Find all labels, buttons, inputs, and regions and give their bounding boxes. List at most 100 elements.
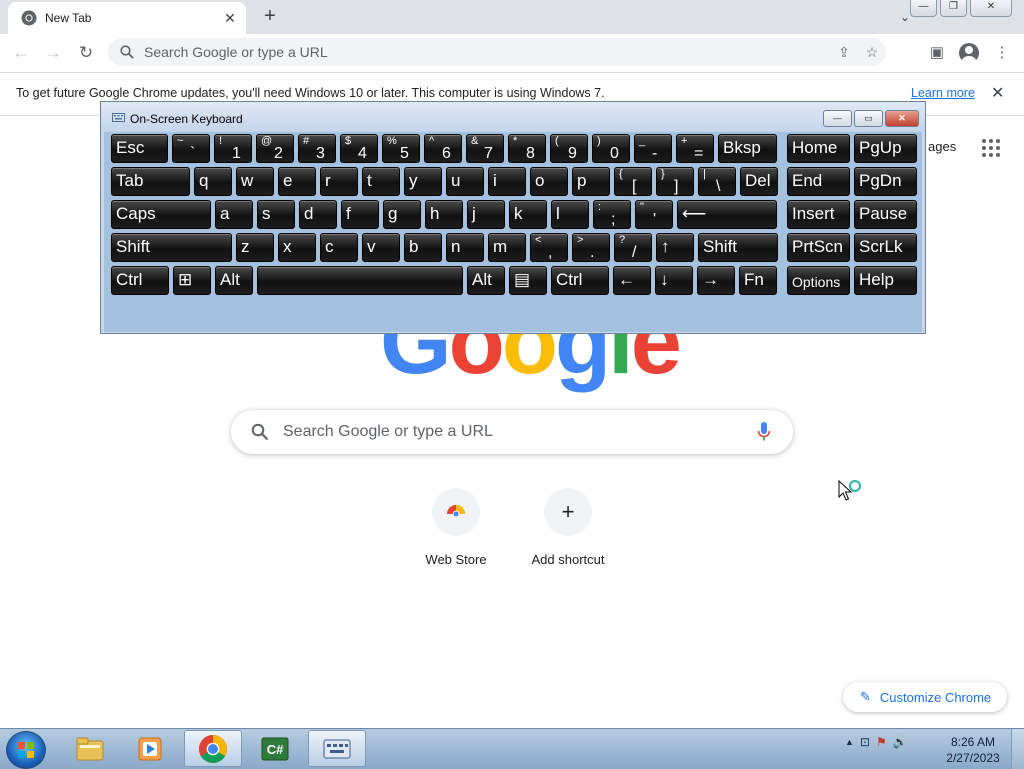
taskbar-osk[interactable] [308,730,366,767]
key-0[interactable]: ) 0 [592,134,630,163]
key-shift[interactable]: Shift [698,233,778,262]
key-o[interactable]: o [530,167,568,196]
shortcut-web-store[interactable]: Web Store [400,488,512,567]
ntp-search-box[interactable]: Search Google or type a URL [231,410,793,454]
key-q[interactable]: q [194,167,232,196]
key-alt[interactable]: Alt [467,266,505,295]
key-a[interactable]: a [215,200,253,229]
osk-titlebar[interactable]: On-Screen Keyboard — ▭ ✕ [101,102,925,132]
action-center-icon[interactable]: ⊡ [860,735,870,749]
start-button[interactable] [6,731,46,769]
key-u[interactable]: u [446,167,484,196]
key-alt[interactable]: Alt [215,266,253,295]
show-hidden-icons[interactable]: ▲ [845,737,854,747]
key-s[interactable]: s [257,200,295,229]
key-ctrl[interactable]: Ctrl [111,266,169,295]
key-h[interactable]: h [425,200,463,229]
key-g[interactable]: g [383,200,421,229]
key-symbol[interactable]: ⊞ [173,266,211,295]
key-t[interactable]: t [362,167,400,196]
key-x[interactable]: x [278,233,316,262]
key-tab[interactable]: Tab [111,167,190,196]
key-3[interactable]: #3 [298,134,336,163]
key-w[interactable]: w [236,167,274,196]
key-4[interactable]: $4 [340,134,378,163]
key-symbol[interactable]: ← [613,266,651,295]
minimize-button[interactable]: — [910,0,937,17]
shortcut-add[interactable]: + Add shortcut [512,488,624,567]
key-e[interactable]: e [278,167,316,196]
key-9[interactable]: (9 [550,134,588,163]
tab-close-icon[interactable]: ✕ [222,10,238,26]
key-b[interactable]: b [404,233,442,262]
key-symbol[interactable]: >. [572,233,610,262]
bookmark-star-icon[interactable]: ☆ [858,44,886,61]
key-esc[interactable]: Esc [111,134,168,163]
key-shift[interactable]: Shift [111,233,232,262]
infobar-close-icon[interactable]: ✕ [991,83,1004,103]
new-tab-button[interactable]: + [258,4,282,28]
volume-icon[interactable]: 🔊 [893,735,908,749]
key-z[interactable]: z [236,233,274,262]
key-symbol[interactable]: ~ ` [172,134,210,163]
taskbar-media-player[interactable] [121,730,179,767]
images-link[interactable]: ages [928,139,956,154]
key-n[interactable]: n [446,233,484,262]
key-symbol[interactable]: ⟵ [677,200,777,229]
key-f[interactable]: f [341,200,379,229]
key-r[interactable]: r [320,167,358,196]
key-y[interactable]: y [404,167,442,196]
key-pgdn[interactable]: PgDn [854,167,917,196]
key-fn[interactable]: Fn [739,266,777,295]
key-l[interactable]: l [551,200,589,229]
osk-close-button[interactable]: ✕ [885,110,919,127]
tab-new-tab[interactable]: New Tab ✕ [8,2,246,34]
taskbar-chrome[interactable] [184,730,242,767]
key-ctrl[interactable]: Ctrl [551,266,609,295]
key-symbol[interactable]: {[ [614,167,652,196]
learn-more-link[interactable]: Learn more [911,86,975,100]
key-j[interactable]: j [467,200,505,229]
key-symbol[interactable]: :; [593,200,631,229]
key-i[interactable]: i [488,167,526,196]
share-icon[interactable]: ⇪ [830,44,858,61]
key-symbol[interactable]: <, [530,233,568,262]
profile-button[interactable] [956,40,982,66]
omnibox[interactable]: Search Google or type a URL ⇪ ☆ [108,38,886,66]
menu-icon[interactable]: ⋮ [989,40,1015,66]
key-5[interactable]: % 5 [382,134,420,163]
key-8[interactable]: * 8 [508,134,546,163]
key-c[interactable]: c [320,233,358,262]
key-symbol[interactable]: _ - [634,134,672,163]
key-7[interactable]: & 7 [466,134,504,163]
osk-minimize-button[interactable]: — [823,110,852,127]
key-prtscn[interactable]: PrtScn [787,233,850,262]
key-home[interactable]: Home [787,134,850,163]
key-1[interactable]: ! 1 [214,134,252,163]
key-symbol[interactable]: ? / [614,233,652,262]
key-pause[interactable]: Pause [854,200,917,229]
key-options[interactable]: Options [787,266,850,295]
taskbar-clock[interactable]: 8:26 AM 2/27/2023 [940,734,1006,766]
customize-chrome-button[interactable]: ✎ Customize Chrome [843,682,1007,712]
osk-restore-button[interactable]: ▭ [854,110,883,127]
key-symbol[interactable]: → [697,266,735,295]
forward-button[interactable]: → [40,40,66,66]
key-2[interactable]: @2 [256,134,294,163]
close-window-button[interactable]: ✕ [970,0,1012,17]
key-symbol[interactable]: ↑ [656,233,694,262]
key-symbol[interactable]: + = [676,134,714,163]
key-insert[interactable]: Insert [787,200,850,229]
key-m[interactable]: m [488,233,526,262]
key-scrlk[interactable]: ScrLk [854,233,917,262]
key-end[interactable]: End [787,167,850,196]
key-help[interactable]: Help [854,266,917,295]
restore-button[interactable]: ❐ [940,0,967,17]
google-apps-icon[interactable] [982,139,1000,157]
key-symbol[interactable]: }] [656,167,694,196]
key-k[interactable]: k [509,200,547,229]
key-6[interactable]: ^ 6 [424,134,462,163]
reload-button[interactable]: ↻ [73,40,99,66]
key-symbol[interactable]: ↓ [655,266,693,295]
key-bksp[interactable]: Bksp [718,134,777,163]
